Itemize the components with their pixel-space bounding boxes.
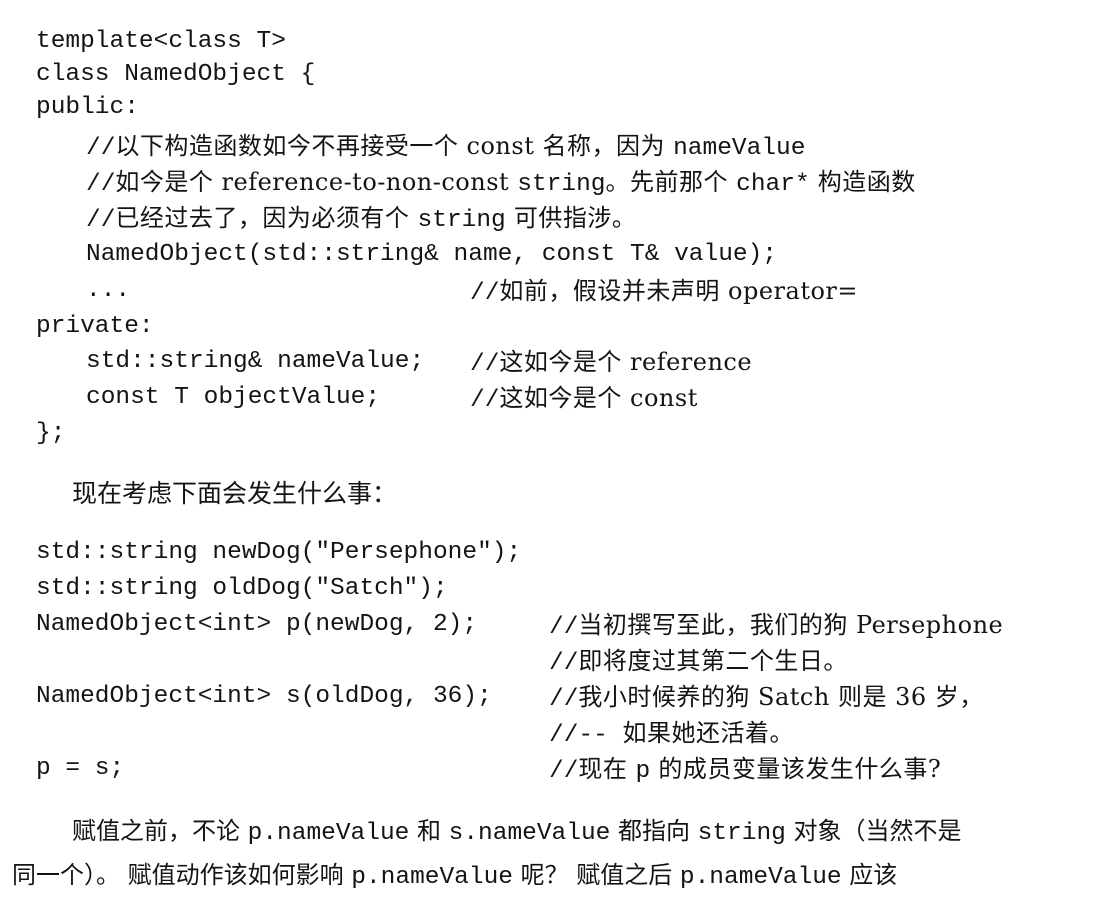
paragraph-text: 和 [409, 817, 449, 845]
code-identifier: char* [736, 171, 810, 198]
inline-code: string [697, 820, 786, 847]
code-comment-line: //现在 p 的成员变量该发生什么事? [549, 753, 941, 788]
code-identifier: p [635, 758, 651, 785]
paragraph-text: 呢？ 赋值之后 [513, 861, 680, 889]
inline-code: p.nameValue [679, 864, 842, 891]
code-comment-line: //这如今是个 reference [470, 346, 752, 381]
code-line: std::string oldDog("Satch"); [36, 575, 448, 602]
comment-text: 这如今是个 const [499, 384, 698, 412]
code-line: std::string& nameValue; [86, 348, 425, 375]
code-line: NamedObject(std::string& name, const T& … [86, 241, 778, 268]
comment-text: 。先前那个 [605, 168, 737, 196]
comment-marker: // [549, 758, 579, 785]
comment-text: 即将度过其第二个生日。 [578, 647, 848, 675]
code-comment-line: //以下构造函数如今不再接受一个 const 名称，因为 nameValue [86, 130, 805, 165]
inline-code: p.nameValue [247, 820, 410, 847]
code-line: private: [36, 313, 154, 340]
code-comment-line: //如今是个 reference-to-non-const string。先前那… [86, 166, 916, 201]
code-comment-line: //我小时候养的狗 Satch 则是 36 岁， [549, 681, 984, 716]
comment-text: 如今是个 reference-to-non-const [115, 168, 518, 196]
comment-text: 当初撰写至此，我们的狗 Persephone [578, 611, 1004, 639]
comment-text: 如前，假设并未声明 operator= [499, 277, 859, 305]
intro-sentence: 现在考虑下面会发生什么事： [72, 479, 398, 508]
comment-marker: // [470, 351, 500, 378]
book-page: template<class T> class NamedObject { pu… [0, 0, 1111, 900]
paragraph-line: 赋值之前，不论 p.nameValue 和 s.nameValue 都指向 st… [72, 813, 962, 852]
comment-marker: // [549, 614, 579, 641]
code-comment-line: //如前，假设并未声明 operator= [470, 275, 858, 310]
code-comment-line: //已经过去了，因为必须有个 string 可供指涉。 [86, 202, 636, 237]
comment-text: 已经过去了，因为必须有个 [115, 204, 418, 232]
code-line: p = s; [36, 755, 125, 782]
comment-text: 如果她还活着。 [622, 719, 795, 747]
comment-text: 的成员变量该发生什么事? [650, 755, 942, 783]
paragraph-text: 对象（当然不是 [785, 817, 962, 845]
comment-marker: // [86, 171, 116, 198]
paragraph-text: 都指向 [610, 817, 698, 845]
comment-text: 构造函数 [809, 168, 916, 196]
code-line: const T objectValue; [86, 384, 381, 411]
code-line: ... [86, 277, 131, 304]
code-identifier: string [517, 171, 606, 198]
code-comment-line: //这如今是个 const [470, 382, 698, 417]
code-comment-line: //当初撰写至此，我们的狗 Persephone [549, 609, 1003, 644]
code-identifier: string [417, 207, 506, 234]
comment-marker: // [86, 207, 116, 234]
comment-text: 以下构造函数如今不再接受一个 const 名称，因为 [115, 132, 674, 160]
comment-marker: // [470, 280, 500, 307]
code-line: class NamedObject { [36, 61, 316, 88]
inline-code: s.nameValue [448, 820, 611, 847]
paragraph-text: 赋值之前，不论 [72, 817, 248, 845]
code-line: }; [36, 420, 66, 447]
code-line: std::string newDog("Persephone"); [36, 539, 522, 566]
comment-text: 我小时候养的狗 Satch 则是 36 岁， [578, 683, 984, 711]
comment-marker: //-- [549, 722, 623, 749]
code-line: NamedObject<int> s(oldDog, 36); [36, 683, 492, 710]
paragraph-line: 同一个）。 赋值动作该如何影响 p.nameValue 呢？ 赋值之后 p.na… [12, 857, 897, 896]
comment-marker: // [549, 650, 579, 677]
comment-marker: // [86, 135, 116, 162]
code-comment-line: //-- 如果她还活着。 [549, 717, 794, 752]
comment-marker: // [549, 686, 579, 713]
comment-text: 现在 [578, 755, 636, 783]
code-line: template<class T> [36, 28, 286, 55]
code-line: public: [36, 94, 139, 121]
paragraph-text: 应该 [841, 861, 898, 889]
comment-marker: // [470, 387, 500, 414]
comment-text: 可供指涉。 [505, 204, 637, 232]
paragraph-text: 同一个）。 赋值动作该如何影响 [12, 861, 352, 889]
code-line: NamedObject<int> p(newDog, 2); [36, 611, 478, 638]
code-comment-line: //即将度过其第二个生日。 [549, 645, 848, 680]
code-identifier: nameValue [673, 135, 806, 162]
inline-code: p.nameValue [351, 864, 513, 891]
comment-text: 这如今是个 reference [499, 348, 753, 376]
